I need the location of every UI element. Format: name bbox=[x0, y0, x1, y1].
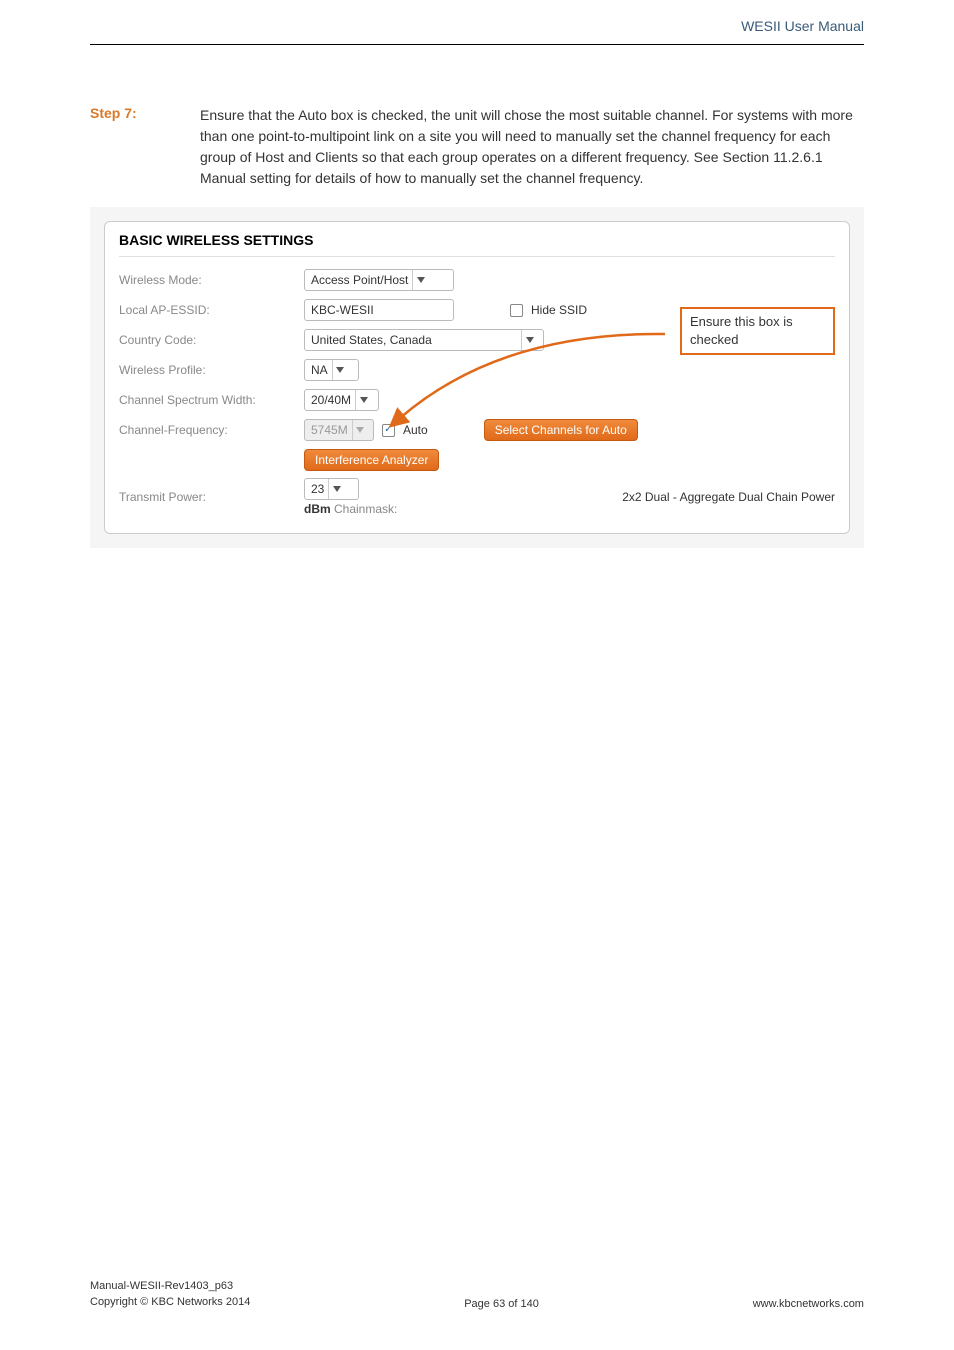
wireless-mode-select[interactable]: Access Point/Host bbox=[304, 269, 454, 291]
footer-page-number: Page 63 of 140 bbox=[464, 1298, 539, 1310]
step-text: Ensure that the Auto box is checked, the… bbox=[200, 105, 864, 189]
transmit-power-label: Transmit Power: bbox=[119, 490, 304, 504]
row-channel-frequency: Channel-Frequency: 5745M Auto Select Cha… bbox=[119, 415, 835, 445]
country-code-value: United States, Canada bbox=[311, 333, 432, 347]
footer-manual-ref: Manual-WESII-Rev1403_p63 bbox=[90, 1279, 250, 1294]
auto-checkbox[interactable] bbox=[382, 424, 395, 437]
footer-left: Manual-WESII-Rev1403_p63 Copyright © KBC… bbox=[90, 1279, 250, 1310]
footer-copyright: Copyright © KBC Networks 2014 bbox=[90, 1295, 250, 1310]
select-channels-button[interactable]: Select Channels for Auto bbox=[484, 419, 638, 441]
channel-freq-select[interactable]: 5745M bbox=[304, 419, 374, 441]
wireless-profile-label: Wireless Profile: bbox=[119, 363, 304, 377]
row-spectrum-width: Channel Spectrum Width: 20/40M bbox=[119, 385, 835, 415]
wireless-profile-value: NA bbox=[311, 363, 328, 377]
transmit-power-note: 2x2 Dual - Aggregate Dual Chain Power bbox=[622, 490, 835, 504]
local-essid-value: KBC-WESII bbox=[311, 303, 374, 317]
chevron-down-icon bbox=[412, 270, 428, 290]
chevron-down-icon bbox=[352, 420, 367, 440]
spectrum-width-select[interactable]: 20/40M bbox=[304, 389, 379, 411]
auto-label: Auto bbox=[403, 423, 428, 437]
interference-analyzer-label: Interference Analyzer bbox=[315, 453, 428, 467]
callout-box: Ensure this box is checked bbox=[680, 307, 835, 355]
hide-ssid-label: Hide SSID bbox=[531, 303, 587, 317]
page-footer: Manual-WESII-Rev1403_p63 Copyright © KBC… bbox=[90, 1279, 864, 1310]
local-essid-label: Local AP-ESSID: bbox=[119, 303, 304, 317]
wireless-mode-label: Wireless Mode: bbox=[119, 273, 304, 287]
row-wireless-mode: Wireless Mode: Access Point/Host bbox=[119, 265, 835, 295]
footer-url: www.kbcnetworks.com bbox=[753, 1298, 864, 1310]
select-channels-label: Select Channels for Auto bbox=[495, 423, 627, 437]
transmit-power-select[interactable]: 23 bbox=[304, 478, 359, 500]
spectrum-width-label: Channel Spectrum Width: bbox=[119, 393, 304, 407]
channel-freq-value: 5745M bbox=[311, 423, 348, 437]
row-wireless-profile: Wireless Profile: NA bbox=[119, 355, 835, 385]
settings-panel: BASIC WIRELESS SETTINGS Wireless Mode: A… bbox=[104, 221, 850, 534]
hide-ssid-checkbox[interactable] bbox=[510, 304, 523, 317]
callout-text: Ensure this box is checked bbox=[690, 314, 793, 347]
chevron-down-icon bbox=[332, 360, 348, 380]
row-transmit-power: Transmit Power: 23 dBm Chainmask: 2x2 Du… bbox=[119, 475, 835, 519]
channel-freq-label: Channel-Frequency: bbox=[119, 423, 304, 437]
row-interference: Interference Analyzer bbox=[119, 445, 835, 475]
wireless-mode-value: Access Point/Host bbox=[311, 273, 408, 287]
local-essid-input[interactable]: KBC-WESII bbox=[304, 299, 454, 321]
step-block: Step 7: Ensure that the Auto box is chec… bbox=[90, 105, 864, 189]
wireless-profile-select[interactable]: NA bbox=[304, 359, 359, 381]
country-code-label: Country Code: bbox=[119, 333, 304, 347]
transmit-power-value: 23 bbox=[311, 482, 324, 496]
chevron-down-icon bbox=[355, 390, 371, 410]
chevron-down-icon bbox=[328, 479, 344, 499]
chainmask-label: dBm Chainmask: bbox=[304, 502, 397, 516]
settings-title: BASIC WIRELESS SETTINGS bbox=[119, 232, 835, 257]
chevron-down-icon bbox=[521, 330, 537, 350]
interference-analyzer-button[interactable]: Interference Analyzer bbox=[304, 449, 439, 471]
country-code-select[interactable]: United States, Canada bbox=[304, 329, 544, 351]
content-area: Step 7: Ensure that the Auto box is chec… bbox=[0, 45, 954, 548]
spectrum-width-value: 20/40M bbox=[311, 393, 351, 407]
settings-wrapper: BASIC WIRELESS SETTINGS Wireless Mode: A… bbox=[90, 207, 864, 548]
header-title: WESII User Manual bbox=[741, 18, 864, 34]
page-header: WESII User Manual bbox=[0, 0, 954, 44]
step-label: Step 7: bbox=[90, 105, 200, 121]
